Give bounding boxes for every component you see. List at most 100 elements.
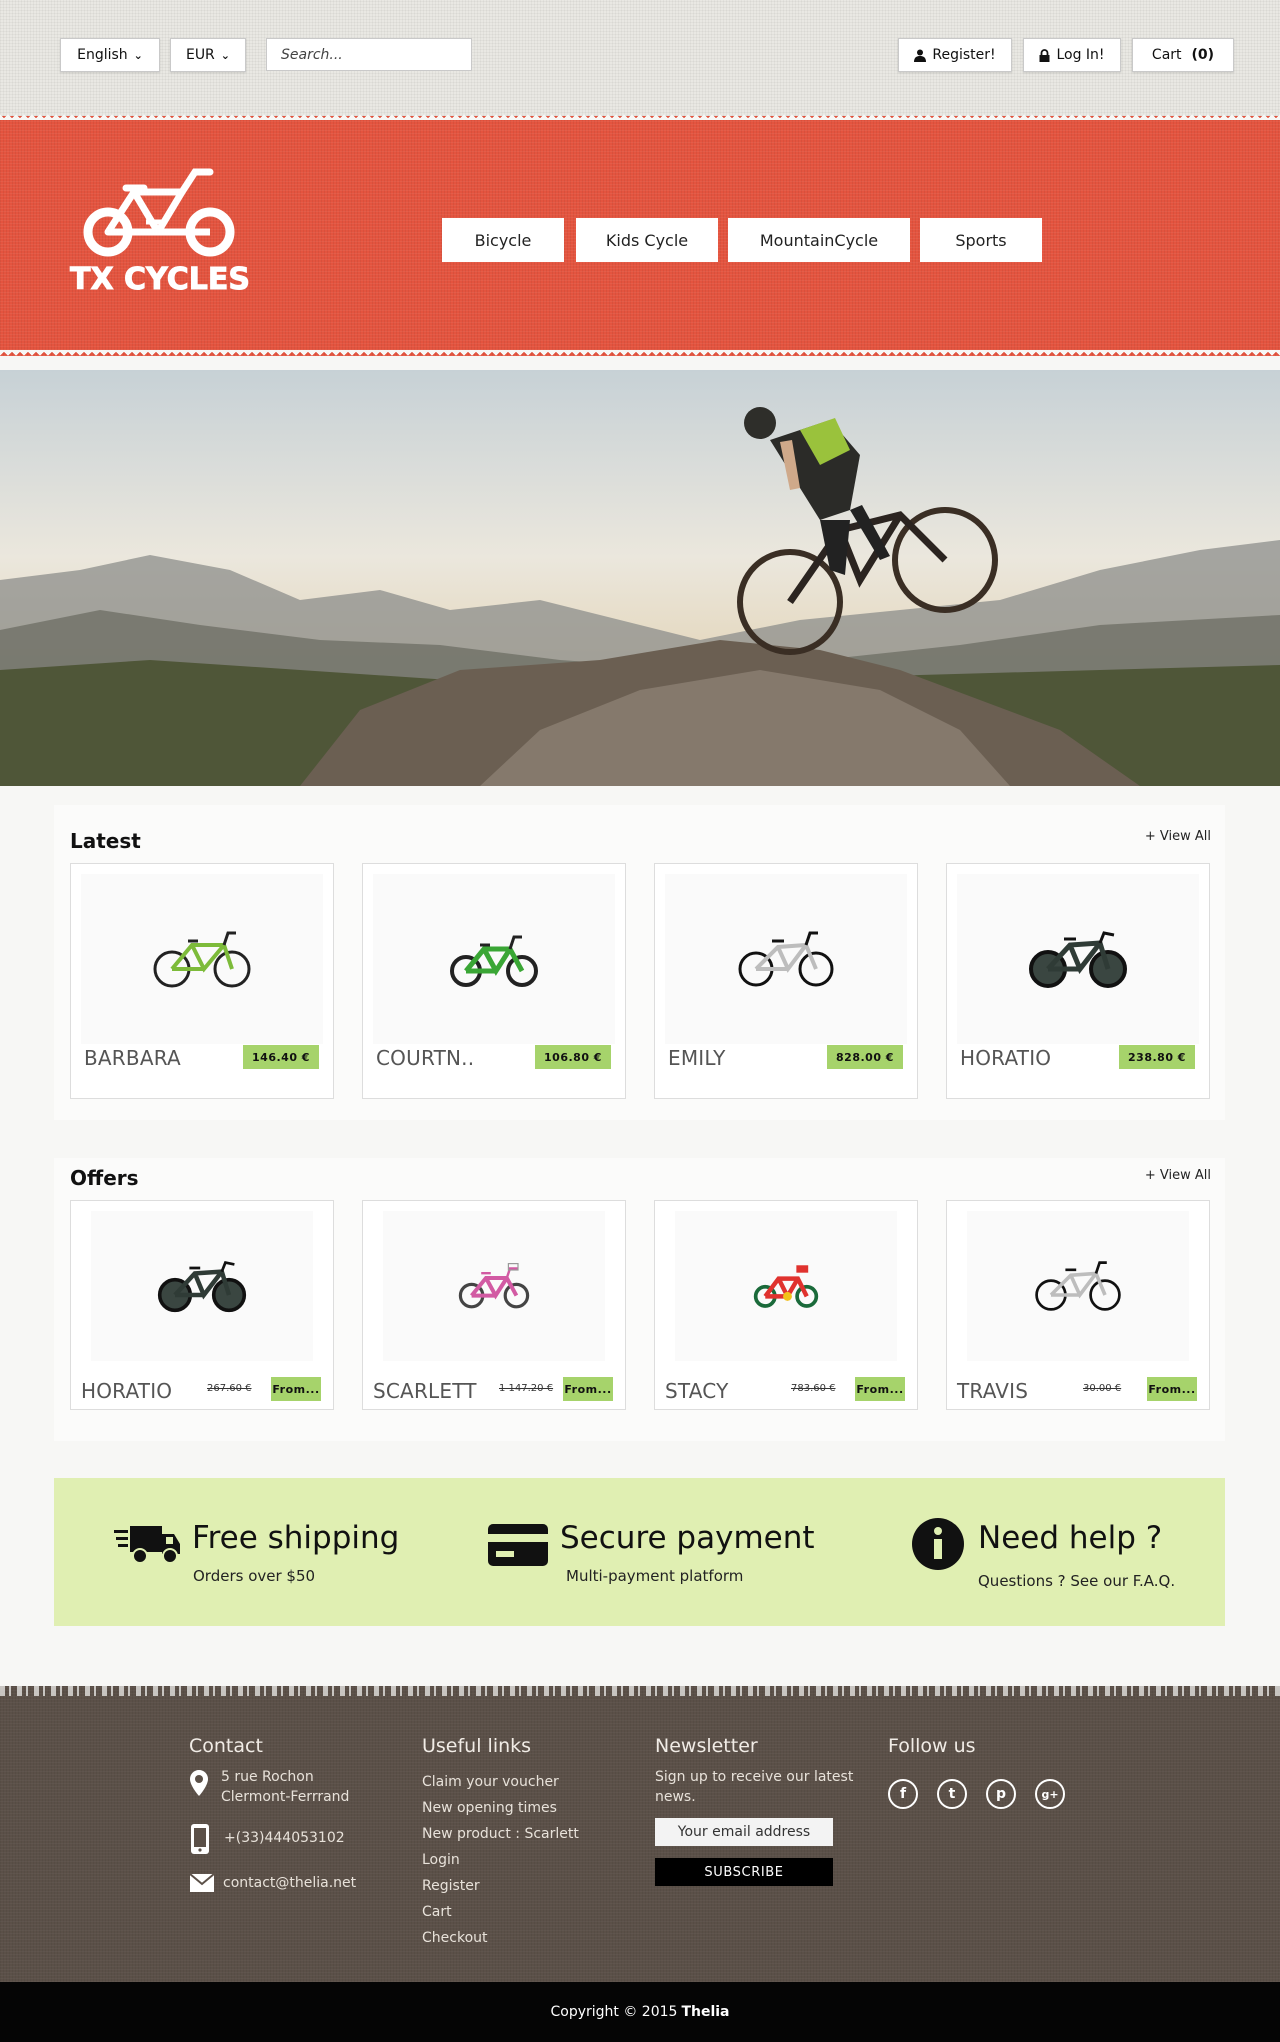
product-name[interactable]: EMILY — [668, 1046, 726, 1070]
contact-phone: +(33)444053102 — [224, 1830, 345, 1846]
register-button[interactable]: Register! — [898, 38, 1012, 72]
product-from-tag: From... — [1147, 1377, 1197, 1401]
google-plus-icon[interactable]: g+ — [1035, 1779, 1065, 1809]
cart-button[interactable]: Cart (0) — [1132, 38, 1234, 72]
product-image[interactable] — [957, 874, 1199, 1044]
follow-us-heading: Follow us — [888, 1735, 976, 1757]
cart-label: Cart — [1151, 47, 1182, 63]
product-price: 146.40 € — [243, 1045, 319, 1069]
offers-section: Offers + View All HORATIO 267.60 € From.… — [54, 1158, 1225, 1441]
product-name[interactable]: STACY — [665, 1379, 729, 1403]
product-image[interactable] — [675, 1211, 897, 1361]
product-card[interactable]: SCARLETT 1 147.20 € From... — [362, 1200, 626, 1410]
bicycle-icon — [153, 931, 251, 988]
footer-link-opening-times[interactable]: New opening times — [422, 1800, 557, 1816]
feature-title: Free shipping — [192, 1520, 400, 1556]
truck-icon — [114, 1526, 180, 1564]
facebook-icon[interactable]: f — [888, 1779, 918, 1809]
latest-title: Latest — [70, 829, 141, 853]
bicycle-icon — [1029, 931, 1127, 988]
feature-title: Need help ? — [978, 1520, 1163, 1556]
zigzag-divider — [0, 112, 1280, 120]
product-from-tag: From... — [855, 1377, 905, 1401]
footer-link-new-product[interactable]: New product : Scarlett — [422, 1826, 579, 1842]
product-name[interactable]: TRAVIS — [957, 1379, 1028, 1403]
product-name[interactable]: SCARLETT — [373, 1379, 477, 1403]
footer-link-claim-voucher[interactable]: Claim your voucher — [422, 1774, 559, 1790]
product-card[interactable]: STACY 783.60 € From... — [654, 1200, 918, 1410]
product-from-tag: From... — [271, 1377, 321, 1401]
product-old-price: 30.00 € — [1083, 1383, 1122, 1394]
product-card[interactable]: TRAVIS 30.00 € From... — [946, 1200, 1210, 1410]
product-card[interactable]: HORATIO 267.60 € From... — [70, 1200, 334, 1410]
zigzag-divider — [0, 350, 1280, 358]
contact-address-line2: Clermont-Ferrrand — [221, 1789, 350, 1805]
search-field[interactable] — [266, 38, 472, 71]
nav-bicycle[interactable]: Bicycle — [442, 218, 564, 262]
currency-selector[interactable]: EUR ⌄ — [170, 38, 246, 72]
search-input[interactable] — [267, 39, 471, 70]
latest-section: Latest + View All BARBARA 146.40 € COURT… — [54, 805, 1225, 1120]
product-name[interactable]: HORATIO — [960, 1046, 1051, 1070]
offers-title: Offers — [70, 1166, 139, 1190]
footer-link-checkout[interactable]: Checkout — [422, 1930, 488, 1946]
phone-icon — [191, 1824, 209, 1854]
nav-mountaincycle[interactable]: MountainCycle — [728, 218, 910, 262]
bicycle-icon — [157, 1261, 247, 1313]
nav-kids-cycle[interactable]: Kids Cycle — [576, 218, 718, 262]
product-image[interactable] — [967, 1211, 1189, 1361]
offers-view-all-link[interactable]: + View All — [1145, 1168, 1211, 1183]
product-old-price: 1 147.20 € — [499, 1383, 554, 1394]
login-button[interactable]: Log In! — [1023, 38, 1121, 72]
subscribe-button[interactable]: SUBSCRIBE — [655, 1858, 833, 1886]
product-old-price: 783.60 € — [791, 1383, 836, 1394]
hero-banner — [0, 370, 1280, 786]
copyright-brand[interactable]: Thelia — [681, 2004, 729, 2020]
map-pin-icon — [190, 1770, 208, 1796]
nav-sports[interactable]: Sports — [920, 218, 1042, 262]
feature-subtitle[interactable]: Questions ? See our F.A.Q. — [978, 1572, 1175, 1590]
bicycle-icon — [753, 1265, 819, 1308]
product-from-tag: From... — [563, 1377, 613, 1401]
product-name[interactable]: COURTN.. — [376, 1046, 474, 1070]
pinterest-icon[interactable]: p — [986, 1779, 1016, 1809]
newsletter-email-input[interactable] — [655, 1818, 833, 1846]
product-price: 828.00 € — [827, 1045, 903, 1069]
cart-count: (0) — [1191, 47, 1215, 63]
logo-text: TX CYCLES — [70, 262, 251, 298]
product-image[interactable] — [91, 1211, 313, 1361]
footer-link-register[interactable]: Register — [422, 1878, 480, 1894]
product-price: 238.80 € — [1119, 1045, 1195, 1069]
newsletter-text: Sign up to receive our latest news. — [655, 1769, 854, 1805]
hero-image — [0, 370, 1280, 786]
product-image[interactable] — [81, 874, 323, 1044]
latest-view-all-link[interactable]: + View All — [1145, 829, 1211, 844]
product-card[interactable]: HORATIO 238.80 € — [946, 863, 1210, 1099]
product-image[interactable] — [665, 874, 907, 1044]
chevron-down-icon: ⌄ — [220, 48, 231, 62]
bicycle-icon — [738, 931, 834, 987]
bicycle-icon — [1035, 1261, 1121, 1311]
newsletter-heading: Newsletter — [655, 1735, 758, 1757]
torn-edge-divider — [0, 1686, 1280, 1696]
product-card[interactable]: BARBARA 146.40 € — [70, 863, 334, 1099]
product-image[interactable] — [383, 1211, 605, 1361]
product-price: 106.80 € — [535, 1045, 611, 1069]
feature-title: Secure payment — [560, 1520, 815, 1556]
product-card[interactable]: EMILY 828.00 € — [654, 863, 918, 1099]
bicycle-icon — [450, 935, 538, 987]
info-icon — [912, 1518, 964, 1570]
product-name[interactable]: BARBARA — [84, 1046, 181, 1070]
twitter-icon[interactable]: t — [937, 1779, 967, 1809]
product-old-price: 267.60 € — [207, 1383, 252, 1394]
contact-email[interactable]: contact@thelia.net — [223, 1873, 356, 1893]
features-band: Free shipping Orders over $50 Secure pay… — [54, 1478, 1225, 1626]
product-image[interactable] — [373, 874, 615, 1044]
currency-label: EUR — [185, 47, 215, 63]
language-selector[interactable]: English ⌄ — [60, 38, 160, 72]
user-icon — [914, 49, 927, 62]
footer-link-login[interactable]: Login — [422, 1852, 460, 1868]
product-name[interactable]: HORATIO — [81, 1379, 172, 1403]
footer-link-cart[interactable]: Cart — [422, 1904, 452, 1920]
product-card[interactable]: COURTN.. 106.80 € — [362, 863, 626, 1099]
